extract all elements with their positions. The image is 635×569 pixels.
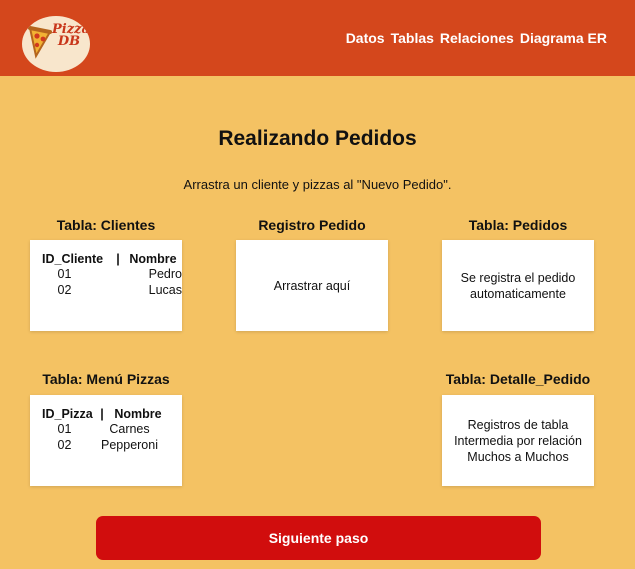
cliente-row[interactable]: 01 Pedro [42, 266, 182, 282]
menu-grid: ID_Pizza | Nombre 01 Carnes 02 Pepperoni [42, 407, 182, 453]
logo-text: Pizza DB [52, 23, 90, 49]
menu-pizzas-title: Tabla: Menú Pizzas [42, 371, 170, 387]
dropzone-text: Arrastrar aquí [273, 278, 351, 293]
pedidos-info-line2: automaticamente [470, 286, 566, 301]
pizza-row[interactable]: 02 Pepperoni [42, 437, 182, 453]
nav-tablas[interactable]: Tablas [391, 30, 434, 46]
detalle-info-line1: Registros de tabla [467, 417, 569, 432]
pizza-row[interactable]: 01 Carnes [42, 421, 182, 437]
detalle-pedido-title: Tabla: Detalle_Pedido [445, 371, 591, 387]
pizza-db-logo[interactable]: Pizza DB [22, 16, 90, 72]
clientes-grid: ID_Cliente | Nombre 01 Pedro 02 Lucas [42, 252, 182, 298]
detalle-info-line2: Intermedia por relación [454, 433, 582, 448]
nav-relaciones[interactable]: Relaciones [440, 30, 514, 46]
pedidos-info: Se registra el pedido automaticamente [442, 270, 594, 302]
main-nav: Datos Tablas Relaciones Diagrama ER [346, 30, 607, 46]
pedidos-table: Se registra el pedido automaticamente [442, 240, 594, 331]
detalle-pedido-table: Registros de tabla Intermedia por relaci… [442, 395, 594, 486]
clientes-header-id: ID_Cliente [42, 252, 104, 266]
cliente-id: 01 [57, 267, 72, 281]
page-title: Realizando Pedidos [218, 127, 417, 150]
menu-header-nombre: Nombre [114, 407, 162, 421]
detalle-info: Registros de tabla Intermedia por relaci… [442, 417, 594, 465]
cliente-id: 02 [57, 283, 72, 297]
nav-diagrama-er[interactable]: Diagrama ER [520, 30, 607, 46]
logo-text-db: DB [57, 34, 81, 49]
pedidos-info-line1: Se registra el pedido [460, 270, 576, 285]
pizza-id: 02 [57, 438, 72, 452]
next-step-button[interactable]: Siguiente paso [96, 516, 541, 560]
detalle-info-line3: Muchos a Muchos [467, 449, 569, 464]
clientes-header-nombre: Nombre [129, 252, 177, 266]
clientes-table: ID_Cliente | Nombre 01 Pedro 02 Lucas [30, 240, 182, 331]
registro-pedido-dropzone[interactable]: Arrastrar aquí [236, 240, 388, 331]
registro-pedido-title: Registro Pedido [258, 217, 366, 233]
clientes-title: Tabla: Clientes [56, 217, 156, 233]
column-separator: | [100, 407, 104, 421]
cliente-nombre: Lucas [148, 283, 182, 297]
nav-datos[interactable]: Datos [346, 30, 385, 46]
cliente-nombre: Pedro [148, 267, 182, 281]
clientes-header-row: ID_Cliente | Nombre [42, 252, 182, 266]
column-separator: | [116, 252, 120, 266]
page-instructions: Arrastra un cliente y pizzas al "Nuevo P… [183, 177, 452, 192]
cliente-row[interactable]: 02 Lucas [42, 282, 182, 298]
pizza-nombre: Carnes [109, 422, 150, 436]
menu-header-row: ID_Pizza | Nombre [42, 407, 182, 421]
pizza-id: 01 [57, 422, 72, 436]
menu-header-id: ID_Pizza [42, 407, 93, 421]
top-navbar: Pizza DB Datos Tablas Relaciones Diagram… [0, 0, 635, 76]
pedidos-title: Tabla: Pedidos [468, 217, 568, 233]
pizza-nombre: Pepperoni [101, 438, 158, 452]
menu-pizzas-table: ID_Pizza | Nombre 01 Carnes 02 Pepperoni [30, 395, 182, 486]
